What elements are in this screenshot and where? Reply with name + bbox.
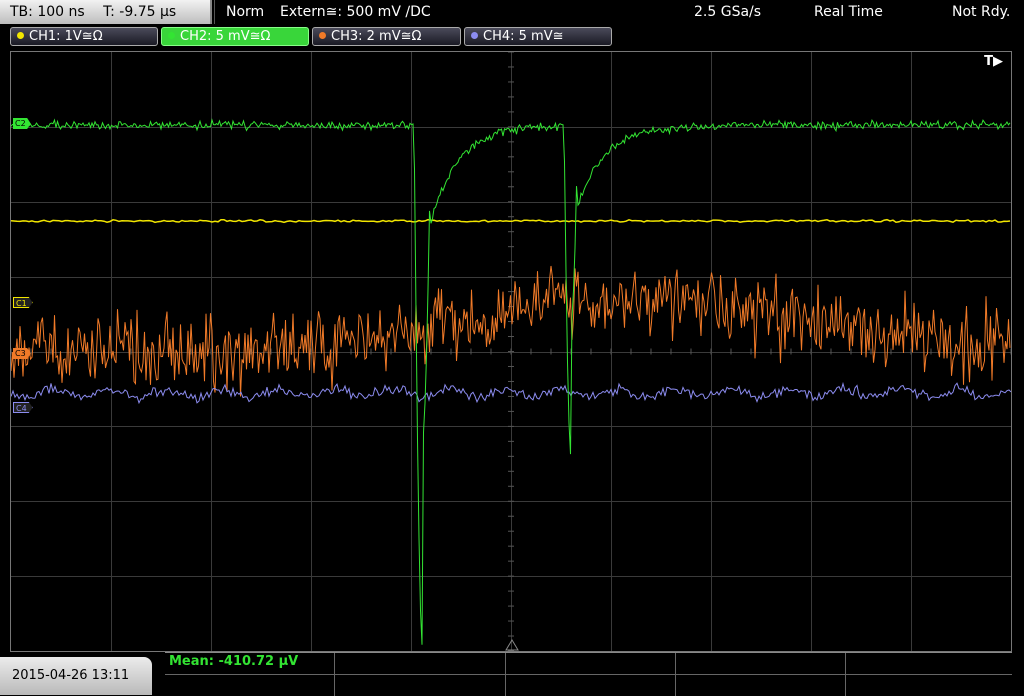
status-divider bbox=[214, 0, 215, 24]
acquisition-mode[interactable]: Real Time bbox=[814, 0, 883, 24]
channel-tab-ch3[interactable]: CH3: 2 mV≅Ω bbox=[312, 27, 461, 46]
datetime-display: 2015-04-26 13:11 bbox=[0, 657, 152, 695]
measurement-cell[interactable] bbox=[506, 653, 676, 696]
ch3-trace bbox=[11, 265, 1011, 397]
ch1-offset-marker[interactable]: C1 bbox=[13, 297, 33, 308]
ch4-offset-marker[interactable]: C4 bbox=[13, 402, 33, 413]
trigger-marker-icon[interactable]: T▶ bbox=[984, 54, 1003, 69]
ch4-label: CH4: 5 mV≅ bbox=[483, 29, 564, 44]
mean-measurement: Mean: -410.72 µV bbox=[169, 654, 299, 669]
measurement-cell[interactable] bbox=[676, 653, 846, 696]
waveform-display[interactable]: T▶ C2 C1 C3 C4 bbox=[10, 51, 1012, 652]
sample-rate[interactable]: 2.5 GSa/s bbox=[694, 0, 761, 24]
ch1-label: CH1: 1V≅Ω bbox=[29, 29, 103, 44]
ch2-offset-marker[interactable]: C2 bbox=[13, 118, 31, 129]
channel-tab-ch4[interactable]: CH4: 5 mV≅ bbox=[464, 27, 612, 46]
ch3-label: CH3: 2 mV≅Ω bbox=[331, 29, 422, 44]
ch2-trace bbox=[11, 118, 1011, 645]
acquisition-state: Not Rdy. bbox=[952, 4, 1011, 20]
trigger-time-value: T: -9.75 µs bbox=[103, 4, 177, 20]
status-bar: TB: 100 ns T: -9.75 µs Norm Extern≅: 500… bbox=[0, 0, 1024, 25]
measurement-cell[interactable] bbox=[846, 653, 1012, 696]
measurement-cell[interactable] bbox=[335, 653, 506, 696]
ch2-label: CH2: 5 mV≅Ω bbox=[180, 29, 271, 44]
ch1-dot-icon bbox=[17, 32, 24, 39]
ch4-dot-icon bbox=[471, 32, 478, 39]
channel-tab-ch1[interactable]: CH1: 1V≅Ω bbox=[10, 27, 158, 46]
ch3-offset-marker[interactable]: C3 bbox=[13, 348, 31, 359]
timebase-box[interactable]: TB: 100 ns T: -9.75 µs bbox=[0, 0, 212, 24]
ch1-trace bbox=[11, 218, 1011, 224]
measurement-panel[interactable]: Mean: -410.72 µV bbox=[165, 652, 1012, 696]
measurement-cell[interactable]: Mean: -410.72 µV bbox=[165, 653, 335, 696]
ch2-dot-icon bbox=[168, 32, 175, 39]
ch3-dot-icon bbox=[319, 32, 326, 39]
channel-bar: CH1: 1V≅Ω CH2: 5 mV≅Ω CH3: 2 mV≅Ω CH4: 5… bbox=[0, 25, 1024, 49]
graticule bbox=[11, 52, 1011, 651]
timebase-value: TB: 100 ns bbox=[10, 4, 85, 20]
trigger-mode[interactable]: Norm bbox=[226, 0, 264, 24]
channel-tab-ch2[interactable]: CH2: 5 mV≅Ω bbox=[161, 27, 309, 46]
trigger-source[interactable]: Extern≅: 500 mV ∕DC bbox=[280, 0, 431, 24]
